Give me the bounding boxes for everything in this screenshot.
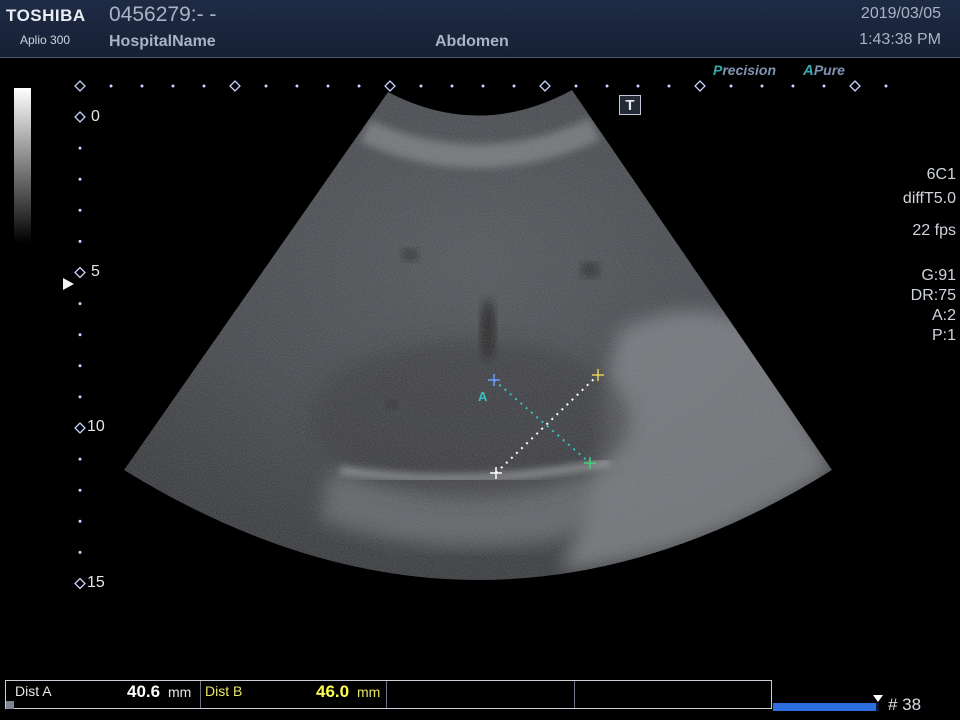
lateral-scale-tick — [264, 84, 268, 88]
measurement-dist-a[interactable]: Dist A 40.6 mm — [6, 681, 201, 708]
lateral-scale-tick — [171, 84, 175, 88]
depth-scale-tick — [78, 146, 82, 150]
frame-rate: 22 fps — [912, 222, 956, 239]
depth-scale-tick — [78, 208, 82, 212]
lateral-scale-tick — [605, 84, 609, 88]
depth-scale-tick — [78, 302, 82, 306]
lateral-scale-tick — [791, 84, 795, 88]
depth-scale-tick — [78, 395, 82, 399]
lateral-scale-tick — [140, 84, 144, 88]
lateral-scale-tick — [667, 84, 671, 88]
depth-scale-tick — [78, 333, 82, 337]
lateral-scale-tick — [357, 84, 361, 88]
lateral-scale-tick — [539, 80, 551, 92]
depth-scale-tick — [78, 519, 82, 523]
lateral-scale-tick — [419, 84, 423, 88]
sector-image — [124, 90, 832, 580]
lateral-scale-tick — [760, 84, 764, 88]
depth-scale-tick — [78, 488, 82, 492]
focus-marker-icon[interactable] — [63, 278, 74, 290]
lateral-scale-tick — [450, 84, 454, 88]
lateral-scale-tick — [694, 80, 706, 92]
cine-progress-bar[interactable] — [773, 703, 879, 711]
grayscale-bar — [14, 88, 31, 243]
ultrasound-image[interactable]: A — [0, 0, 960, 720]
measurement-slot-3[interactable] — [387, 681, 575, 708]
depth-scale-tick — [78, 550, 82, 554]
lateral-scale-tick — [574, 84, 578, 88]
depth-scale-tick — [74, 266, 86, 279]
depth-label-5: 5 — [91, 263, 100, 280]
p-param-value: P:1 — [931, 327, 956, 344]
depth-scale-tick — [78, 177, 82, 181]
dist-b-unit: mm — [357, 684, 381, 700]
lateral-scale-tick — [74, 80, 86, 92]
lateral-scale-tick — [295, 84, 299, 88]
dist-a-unit: mm — [168, 684, 192, 700]
depth-scale-tick — [78, 457, 82, 461]
measurement-slot-4[interactable] — [575, 681, 771, 708]
lateral-scale-tick — [822, 84, 826, 88]
measurement-dist-b[interactable]: Dist B 46.0 mm — [201, 681, 387, 708]
caliper-label-a: A — [478, 389, 488, 404]
lateral-scale — [74, 80, 888, 92]
lateral-scale-tick — [384, 80, 396, 92]
measurement-bar: Dist A 40.6 mm Dist B 46.0 mm — [5, 680, 772, 709]
lateral-scale-tick — [636, 84, 640, 88]
depth-label-0: 0 — [91, 108, 100, 125]
dynamic-range-value: DR:75 — [910, 287, 956, 304]
dist-a-value: 40.6 — [127, 682, 161, 701]
lateral-scale-tick — [512, 84, 516, 88]
depth-scale-tick — [78, 239, 82, 243]
lateral-scale-tick — [729, 84, 733, 88]
lateral-scale-tick — [849, 80, 861, 92]
cine-progress-fill — [773, 703, 876, 711]
lateral-scale-tick — [229, 80, 241, 92]
depth-label-15: 15 — [87, 574, 105, 591]
dist-b-label: Dist B — [205, 683, 243, 699]
dist-a-label: Dist A — [15, 683, 52, 699]
lateral-scale-tick — [884, 84, 888, 88]
cine-position-marker-icon[interactable] — [873, 695, 883, 702]
depth-scale — [74, 111, 86, 590]
imaging-preset: diffT5.0 — [902, 190, 956, 207]
body-mark-t-icon[interactable]: T — [619, 95, 641, 115]
depth-scale-tick — [78, 364, 82, 368]
status-square-icon — [6, 701, 14, 709]
dist-b-value: 46.0 — [316, 682, 350, 701]
depth-scale-tick — [74, 422, 86, 434]
depth-scale-tick — [74, 111, 86, 123]
gain-value: G:91 — [921, 267, 956, 284]
depth-label-10: 10 — [87, 418, 105, 435]
a-param-value: A:2 — [931, 307, 956, 324]
lateral-scale-tick — [326, 84, 330, 88]
lateral-scale-tick — [202, 84, 206, 88]
probe-name: 6C1 — [926, 166, 956, 183]
depth-scale-tick — [74, 577, 86, 590]
lateral-scale-tick — [109, 84, 113, 88]
frame-number: # 38 — [888, 695, 922, 714]
lateral-scale-tick — [481, 84, 485, 88]
